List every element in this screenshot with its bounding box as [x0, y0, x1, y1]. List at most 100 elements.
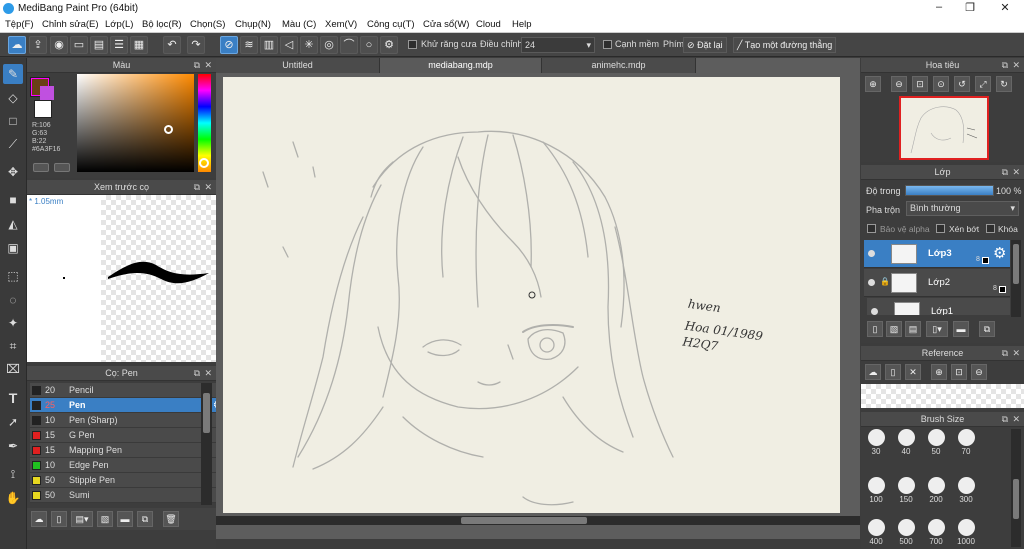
close-icon[interactable]: ✕: [1012, 346, 1020, 361]
brush-list-scrollbar[interactable]: [201, 383, 212, 505]
menu-layer[interactable]: Lớp(L): [105, 19, 133, 30]
fill-rect-tool-icon[interactable]: ■: [3, 190, 23, 210]
layer-item-2[interactable]: 🔒 Lớp2 8: [864, 269, 1010, 297]
size-dot[interactable]: [868, 519, 885, 536]
layer-item-3[interactable]: Lớp3 8 ⚙: [864, 240, 1010, 268]
gear-icon[interactable]: ⚙: [380, 36, 398, 54]
move-tool-icon[interactable]: ✥: [3, 162, 23, 182]
redo-icon[interactable]: ↷: [187, 36, 205, 54]
scroll-thumb[interactable]: [461, 517, 587, 524]
comment-icon[interactable]: ◉: [50, 36, 68, 54]
list-icon[interactable]: ☰: [110, 36, 128, 54]
cloud-reference-icon[interactable]: ☁: [865, 364, 881, 380]
size-dot[interactable]: [898, 477, 915, 494]
rotate-right-icon[interactable]: ↻: [996, 76, 1012, 92]
pen-tool-icon[interactable]: ✒: [3, 436, 23, 456]
close-icon[interactable]: ✕: [1012, 165, 1020, 180]
antialias-checkbox[interactable]: [408, 40, 417, 49]
chat-icon[interactable]: ▭: [70, 36, 88, 54]
layer-list-scrollbar[interactable]: [1011, 240, 1021, 317]
select-pen-tool-icon[interactable]: ⌗: [3, 336, 23, 356]
layer-menu-icon[interactable]: ▯▾: [926, 321, 948, 337]
close-icon[interactable]: ✕: [1012, 412, 1020, 427]
gear-icon[interactable]: ⚙: [993, 244, 1006, 262]
opacity-slider[interactable]: [905, 185, 994, 196]
lock-checkbox[interactable]: [986, 224, 995, 233]
menu-file[interactable]: Tệp(F): [5, 19, 34, 30]
scroll-thumb[interactable]: [203, 393, 210, 433]
brush-tool-icon[interactable]: ✎: [3, 64, 23, 84]
size-dot[interactable]: [958, 519, 975, 536]
menu-cloud[interactable]: Cloud: [476, 19, 501, 30]
parallel-snap-icon[interactable]: ≋: [240, 36, 258, 54]
blend-mode-select[interactable]: Bình thường ▾: [906, 201, 1019, 216]
close-reference-icon[interactable]: ✕: [905, 364, 921, 380]
menu-edit[interactable]: Chỉnh sửa(E): [42, 19, 99, 30]
grid-icon[interactable]: ▦: [130, 36, 148, 54]
ellipse-snap-icon[interactable]: ○: [360, 36, 378, 54]
hue-slider-handle[interactable]: [199, 158, 209, 168]
duplicate-layer-icon[interactable]: ⧉: [979, 321, 995, 337]
trash-icon[interactable]: 🗑: [163, 511, 179, 527]
radial-snap-icon[interactable]: ✳: [300, 36, 318, 54]
size-dot[interactable]: [928, 429, 945, 446]
brush-item-pen-sharp[interactable]: 10 Pen (Sharp): [30, 413, 226, 428]
bucket-tool-icon[interactable]: ◭: [3, 214, 23, 234]
circle-snap-icon[interactable]: ◎: [320, 36, 338, 54]
brush-size-scrollbar[interactable]: [1011, 429, 1021, 547]
menu-select[interactable]: Chọn(S): [190, 19, 225, 30]
scroll-thumb[interactable]: [1013, 244, 1019, 284]
eyedropper-tool-icon[interactable]: ⟟: [3, 464, 23, 484]
tab-mediabang[interactable]: mediabang.mdp: [380, 58, 542, 73]
new-halftone-layer-icon[interactable]: ▧: [886, 321, 902, 337]
menu-color[interactable]: Màu (C): [282, 19, 316, 30]
brush-item-edge-pen[interactable]: 10 Edge Pen: [30, 458, 226, 473]
zoom-in-icon[interactable]: ⊕: [931, 364, 947, 380]
protect-alpha-checkbox[interactable]: [867, 224, 876, 233]
snap-off-icon[interactable]: ⊘: [220, 36, 238, 54]
tab-animehc[interactable]: animehc.mdp: [542, 58, 696, 73]
popout-icon[interactable]: ⧉: [1002, 165, 1008, 180]
open-file-icon[interactable]: ▯: [885, 364, 901, 380]
line-tool-icon[interactable]: ⟋: [3, 134, 23, 154]
size-dot[interactable]: [898, 429, 915, 446]
size-dot[interactable]: [868, 429, 885, 446]
brush-item-pencil[interactable]: 20 Pencil: [30, 383, 226, 398]
correction-select[interactable]: 24 ▾: [521, 37, 595, 53]
rotate-left-icon[interactable]: ↺: [954, 76, 970, 92]
reset-button[interactable]: ⊘ Đặt lại: [683, 37, 727, 53]
clip-checkbox[interactable]: [936, 224, 945, 233]
secondary-color-swatch[interactable]: [40, 86, 54, 100]
menu-tools[interactable]: Công cụ(T): [367, 19, 415, 30]
popout-icon[interactable]: ⧉: [194, 180, 200, 195]
brush-item-g-pen[interactable]: 15 G Pen: [30, 428, 226, 443]
close-icon[interactable]: ✕: [204, 180, 212, 195]
vanishing-point-icon[interactable]: ◁: [280, 36, 298, 54]
popout-icon[interactable]: ⧉: [194, 366, 200, 381]
size-dot[interactable]: [928, 519, 945, 536]
close-icon[interactable]: ✕: [1012, 58, 1020, 73]
undo-icon[interactable]: ↶: [163, 36, 181, 54]
menu-filter[interactable]: Bộ lọc(R): [142, 19, 182, 30]
layer-item-1[interactable]: Lớp1: [867, 298, 1010, 315]
size-dot[interactable]: [868, 477, 885, 494]
soft-edge-checkbox[interactable]: [603, 40, 612, 49]
close-icon[interactable]: ✕: [204, 366, 212, 381]
popout-icon[interactable]: ⧉: [1002, 346, 1008, 361]
saturation-value-picker[interactable]: [77, 74, 194, 172]
popout-icon[interactable]: ⧉: [194, 58, 200, 73]
color-picker-handle[interactable]: [164, 125, 173, 134]
new-ruler-button[interactable]: ╱ Tạo một đường thẳng: [733, 37, 837, 53]
horizontal-scrollbar[interactable]: [216, 516, 860, 525]
brush-item-pen[interactable]: 25 Pen ⚙: [30, 398, 226, 413]
color-mode-button[interactable]: [33, 163, 49, 172]
duplicate-icon[interactable]: ⧉: [137, 511, 153, 527]
document-icon[interactable]: ▤: [90, 36, 108, 54]
new-8bit-layer-icon[interactable]: ▤: [905, 321, 921, 337]
eye-icon[interactable]: [868, 250, 875, 257]
select-eraser-tool-icon[interactable]: ⌧: [3, 359, 23, 379]
brush-text-icon[interactable]: ▧: [97, 511, 113, 527]
size-dot[interactable]: [958, 477, 975, 494]
eraser-tool-icon[interactable]: ◇: [3, 88, 23, 108]
restore-button[interactable]: ❐: [955, 1, 985, 15]
